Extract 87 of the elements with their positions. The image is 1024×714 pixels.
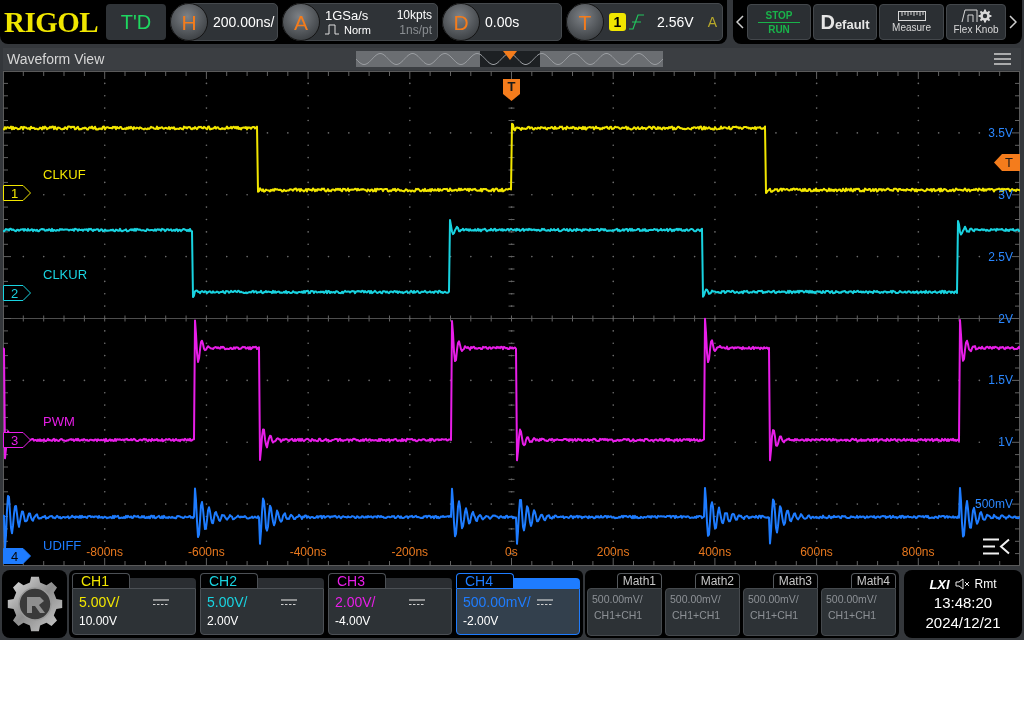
voltage-axis-label: 3V <box>998 187 1013 202</box>
clock-date: 2024/12/21 <box>925 613 1001 632</box>
chevron-left-icon[interactable] <box>736 15 744 29</box>
dc-coupling-icon <box>281 598 297 606</box>
voltage-axis-label: 2V <box>998 311 1013 326</box>
dc-coupling-icon <box>153 598 169 606</box>
trace-label: CLKUF <box>43 167 86 182</box>
rising-edge-icon <box>629 14 644 30</box>
math-source: CH1+CH1 <box>593 609 643 621</box>
trace-label: UDIFF <box>43 538 82 553</box>
voltage-axis-label: 1.5V <box>988 373 1013 388</box>
voltage-axis-label: 500mV <box>974 497 1013 512</box>
time-axis-label: 800ns <box>901 545 935 559</box>
navigation-button[interactable] <box>2 570 67 638</box>
vertical-scale: 2.00V/ <box>335 593 376 612</box>
sample-rate: 1GSa/s <box>325 7 370 23</box>
vertical-offset: 2.00V <box>207 613 239 630</box>
time-axis-label: 0s <box>505 545 518 559</box>
run-stop-button[interactable]: STOP RUN <box>747 4 811 40</box>
position-marker-icon[interactable] <box>502 51 517 60</box>
time-axis-label: -200ns <box>391 545 429 559</box>
trace-label: CLKUR <box>43 267 88 282</box>
dc-coupling-icon <box>409 598 425 606</box>
math-name: Math3 <box>772 573 818 588</box>
delay-control[interactable]: D 0.00s <box>442 3 562 41</box>
pulse-icon <box>325 24 341 35</box>
memory-depth: 10kpts <box>396 7 432 23</box>
vertical-scale: 500.00mV/ <box>463 593 531 612</box>
measure-button[interactable]: Measure <box>879 4 944 40</box>
math-scale: 500.00mV/ <box>826 593 877 605</box>
voltage-axis-label: 1V <box>998 435 1013 450</box>
menu-icon[interactable] <box>994 53 1011 65</box>
acquisition-control[interactable]: A 1GSa/s Norm 10kpts 1ns/pt <box>282 3 438 41</box>
mode-button[interactable]: T'D <box>106 4 166 40</box>
time-axis-label: -600ns <box>188 545 225 559</box>
brand-logo: RIGOL <box>4 7 100 37</box>
clock-time: 13:48:20 <box>933 593 993 612</box>
trigger-level: 2.56V <box>657 12 694 32</box>
math-source: CH1+CH1 <box>827 609 877 621</box>
ruler-icon <box>897 11 926 21</box>
trigger-control[interactable]: T 1 2.56V A <box>566 3 723 41</box>
math-name: Math1 <box>616 573 662 588</box>
knob-gear-icon <box>959 9 993 23</box>
speaker-muted-icon <box>954 578 970 590</box>
math-scale: 500.00mV/ <box>748 593 799 605</box>
vertical-offset: 10.00V <box>79 613 118 630</box>
voltage-axis-label: 2.5V <box>988 249 1013 264</box>
time-resolution: 1ns/pt <box>399 22 432 37</box>
vertical-offset: -2.00V <box>463 613 499 630</box>
dc-coupling-icon <box>537 598 553 606</box>
math-name: Math4 <box>850 573 896 588</box>
math-name: Math2 <box>694 573 740 588</box>
collapse-panel-icon[interactable] <box>983 538 1010 555</box>
channel-name: CH1 <box>72 573 130 588</box>
trigger-level-marker[interactable]: T <box>994 154 1020 171</box>
math-scale: 500.00mV/ <box>592 593 643 605</box>
vertical-scale: 5.00V/ <box>79 593 120 612</box>
trigger-source-badge: 1 <box>609 13 626 31</box>
channel-name: CH4 <box>456 573 514 588</box>
vertical-scale: 5.00V/ <box>207 593 248 612</box>
channel-name: CH3 <box>328 573 386 588</box>
vertical-offset: -4.00V <box>335 613 371 630</box>
acquisition-mode: Norm <box>344 22 371 37</box>
channel-name: CH2 <box>200 573 258 588</box>
lxi-indicator: LXI <box>929 576 950 592</box>
math-source: CH1+CH1 <box>671 609 721 621</box>
trace-label: PWM <box>43 414 75 429</box>
voltage-axis-label: 3.5V <box>988 125 1013 140</box>
timebase-value: 200.00ns/ <box>213 12 275 32</box>
view-title: Waveform View <box>7 51 105 67</box>
default-button[interactable]: Default <box>813 4 877 40</box>
trigger-position-marker[interactable]: T <box>503 79 520 101</box>
time-axis-label: -800ns <box>86 545 124 559</box>
time-axis-label: -400ns <box>289 545 327 559</box>
math-scale: 500.00mV/ <box>670 593 721 605</box>
remote-indicator: Rmt <box>974 576 997 592</box>
delay-value: 0.00s <box>485 12 520 32</box>
time-axis-label: 400ns <box>698 545 732 559</box>
gear-icon <box>6 576 63 632</box>
time-axis-label: 600ns <box>800 545 833 559</box>
time-axis-label: 200ns <box>596 545 630 559</box>
flex-knob-button[interactable]: Flex Knob <box>946 4 1006 40</box>
trigger-sweep-mode: A <box>707 12 717 32</box>
chevron-right-icon[interactable] <box>1009 15 1017 29</box>
timebase-control[interactable]: H 200.00ns/ <box>170 3 278 41</box>
memory-overview-bar[interactable] <box>355 51 663 67</box>
math-source: CH1+CH1 <box>749 609 799 621</box>
